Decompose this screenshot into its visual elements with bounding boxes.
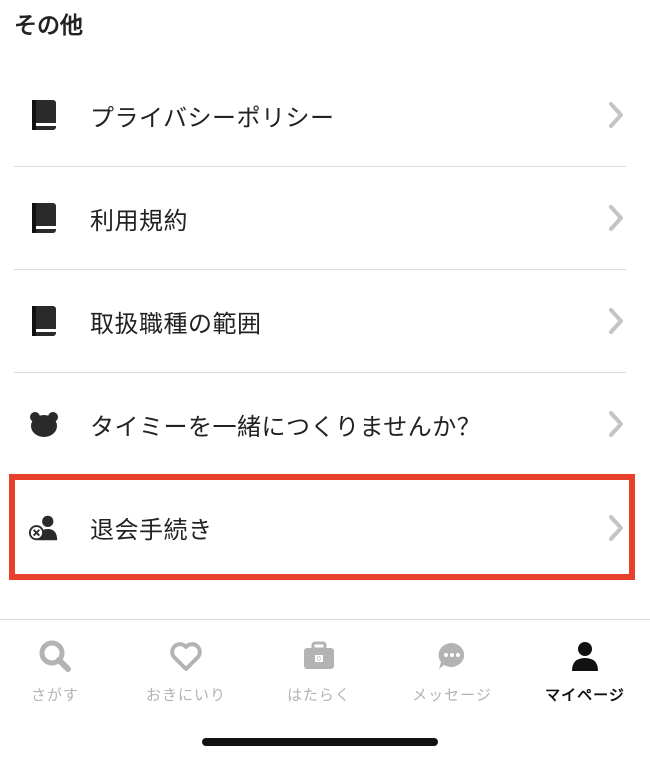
menu-item-recruit[interactable]: タイミーを一緒につくりませんか？: [14, 373, 626, 476]
tab-label: メッセージ: [412, 686, 492, 704]
tab-work[interactable]: 0 はたらく: [254, 620, 384, 720]
briefcase-icon: 0: [301, 638, 337, 674]
tab-favorites[interactable]: おきにいり: [121, 620, 251, 720]
menu-item-label: タイミーを一緒につくりませんか？: [90, 412, 482, 441]
tab-label: はたらく: [287, 686, 351, 704]
chevron-right-icon: [609, 411, 623, 437]
book-icon: [28, 202, 60, 234]
chat-bubble-icon: [434, 638, 470, 674]
menu-item-label: 利用規約: [90, 206, 188, 235]
badge-count: 0: [317, 656, 321, 663]
tab-messages[interactable]: メッセージ: [387, 620, 517, 720]
menu-item-label: 取扱職種の範囲: [90, 309, 262, 338]
person-icon: [567, 638, 603, 674]
tab-mypage[interactable]: マイページ: [520, 620, 650, 720]
bear-icon: [28, 408, 60, 440]
home-indicator: [202, 738, 438, 746]
menu-item-label: プライバシーポリシー: [90, 103, 335, 132]
tab-label: さがす: [30, 686, 79, 704]
tab-label: おきにいり: [145, 686, 226, 704]
chevron-right-icon: [609, 205, 623, 231]
menu-item-job-scope[interactable]: 取扱職種の範囲: [14, 270, 626, 373]
book-icon: [28, 305, 60, 337]
section-title: その他: [14, 13, 83, 39]
chevron-right-icon: [609, 308, 623, 334]
heart-icon: [168, 638, 204, 674]
tab-search[interactable]: さがす: [0, 620, 120, 720]
search-icon: [37, 638, 73, 674]
menu-item-privacy-policy[interactable]: プライバシーポリシー: [14, 64, 626, 167]
menu-item-terms[interactable]: 利用規約: [14, 167, 626, 270]
highlight-annotation-box: [9, 474, 635, 580]
book-icon: [28, 99, 60, 131]
chevron-right-icon: [609, 102, 623, 128]
tab-label: マイページ: [545, 686, 625, 704]
